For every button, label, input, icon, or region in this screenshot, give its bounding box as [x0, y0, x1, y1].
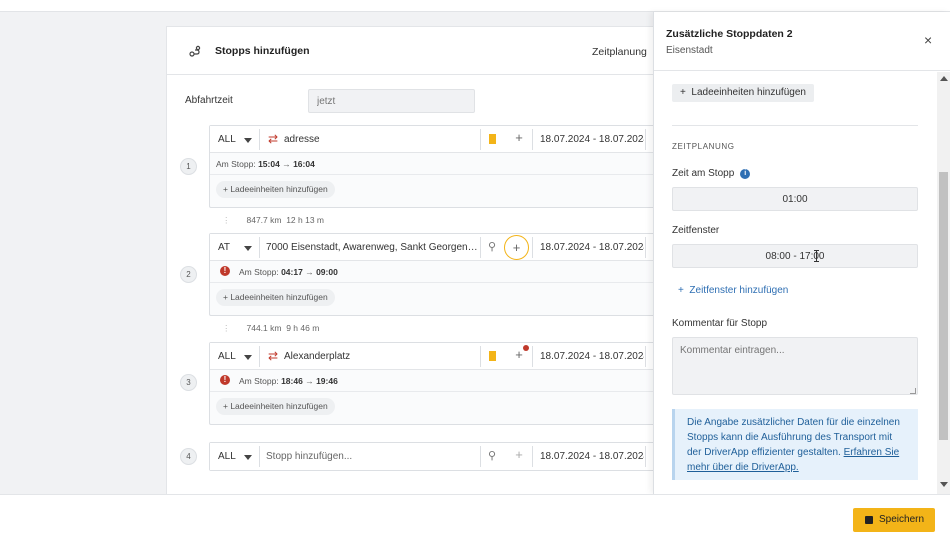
info-notice: Die Angabe zusätzlicher Daten für die ei…	[672, 409, 918, 480]
country-select[interactable]: ALL	[218, 351, 236, 362]
location-pin-icon[interactable]: ⚲	[488, 240, 496, 253]
add-icon[interactable]: +	[504, 235, 529, 260]
bookmark-icon[interactable]	[489, 134, 496, 144]
add-zeitfenster-link[interactable]: + Zeitfenster hinzufügen	[678, 285, 788, 296]
am-stopp-row: ! Am Stopp: 04:17 → 09:00	[210, 261, 658, 282]
add-ladeeinheiten-button[interactable]: + Ladeeinheiten hinzufügen	[216, 181, 335, 198]
stop-4: ALL Stopp hinzufügen... ⚲ + 18.07.2024 -…	[209, 442, 659, 471]
arrow-right-icon: →	[305, 376, 314, 386]
am-stopp-row: Am Stopp: 15:04 → 16:04	[210, 153, 658, 174]
panel-title: Zusätzliche Stoppdaten 2	[666, 28, 793, 40]
chevron-down-icon[interactable]	[244, 455, 252, 460]
scrollbar-thumb[interactable]	[939, 172, 948, 440]
add-icon[interactable]: +	[512, 130, 526, 145]
address-input[interactable]: 7000 Eisenstadt, Awarenweg, Sankt George…	[266, 242, 478, 253]
am-stopp-label: Am Stopp:	[239, 267, 279, 277]
swap-icon[interactable]: ⇄	[268, 349, 278, 363]
stop-row: AT 7000 Eisenstadt, Awarenweg, Sankt Geo…	[210, 234, 658, 261]
zeitfenster-input[interactable]	[672, 244, 918, 268]
notification-dot	[523, 345, 529, 351]
arrow-right-icon: →	[282, 159, 291, 169]
scroll-down-icon[interactable]	[940, 482, 948, 487]
date-range[interactable]: 18.07.2024 - 18.07.2024	[540, 134, 644, 145]
address-input[interactable]: adresse	[284, 134, 320, 145]
date-range[interactable]: 18.07.2024 - 18.07.2024	[540, 351, 644, 362]
save-icon	[865, 516, 873, 524]
am-stopp-to: 16:04	[293, 159, 315, 169]
route-icon	[189, 45, 201, 57]
distance-info: ⋮ 744.1 km 9 h 46 m	[222, 323, 320, 333]
am-stopp-from: 15:04	[258, 159, 280, 169]
add-ladeeinheiten-button[interactable]: + Ladeeinheiten hinzufügen	[672, 84, 814, 102]
stops-card: Stopps hinzufügen Zeitplanung Abfahrtzei…	[166, 26, 666, 496]
warning-icon: !	[220, 375, 230, 385]
zeitplanung-header: Zeitplanung	[592, 46, 647, 58]
country-select[interactable]: ALL	[218, 134, 236, 145]
stop-row: ALL ⇄ adresse + 18.07.2024 - 18.07.2024	[210, 126, 658, 153]
stop-number: 2	[180, 266, 197, 283]
country-select[interactable]: ALL	[218, 451, 236, 462]
country-select[interactable]: AT	[218, 242, 230, 253]
add-icon[interactable]: +	[512, 447, 526, 462]
chevron-down-icon[interactable]	[244, 246, 252, 251]
swap-icon[interactable]: ⇄	[268, 132, 278, 146]
date-range[interactable]: 18.07.2024 - 18.07.2024	[540, 451, 644, 462]
panel-body: + Ladeeinheiten hinzufügen ZEITPLANUNG Z…	[654, 72, 938, 494]
arrow-right-icon: →	[305, 267, 314, 277]
resize-handle-icon[interactable]	[910, 388, 916, 394]
chevron-down-icon[interactable]	[244, 138, 252, 143]
am-stopp-to: 09:00	[316, 267, 338, 277]
chevron-down-icon[interactable]	[244, 355, 252, 360]
abfahrtszeit-input[interactable]	[308, 89, 475, 113]
kommentar-label: Kommentar für Stopp	[672, 318, 768, 329]
am-stopp-from: 04:17	[281, 267, 303, 277]
stop-number: 3	[180, 374, 197, 391]
add-ladeeinheiten-button[interactable]: + Ladeeinheiten hinzufügen	[216, 398, 335, 415]
am-stopp-from: 18:46	[281, 376, 303, 386]
date-range[interactable]: 18.07.2024 - 18.07.2024	[540, 242, 644, 253]
text-cursor-icon	[814, 250, 819, 262]
distance-info: ⋮ 847.7 km 12 h 13 m	[222, 215, 325, 225]
section-heading: ZEITPLANUNG	[672, 142, 735, 151]
am-stopp-label: Am Stopp:	[239, 376, 279, 386]
warning-icon: !	[220, 266, 230, 276]
bookmark-icon[interactable]	[489, 351, 496, 361]
location-pin-icon[interactable]: ⚲	[488, 449, 496, 462]
save-button[interactable]: Speichern	[853, 508, 935, 532]
am-stopp-to: 19:46	[316, 376, 338, 386]
am-stopp-label: Am Stopp:	[216, 159, 256, 169]
stop-2: AT 7000 Eisenstadt, Awarenweg, Sankt Geo…	[209, 233, 659, 316]
abfahrtszeit-label: Abfahrtzeit	[185, 95, 233, 106]
info-icon[interactable]: i	[740, 169, 751, 179]
top-bar	[0, 0, 950, 12]
side-panel: Zusätzliche Stoppdaten 2 Eisenstadt × + …	[653, 12, 950, 494]
close-icon[interactable]: ×	[924, 32, 932, 48]
zeit-am-stopp-label: Zeit am Stopp i	[672, 168, 751, 179]
scroll-up-icon[interactable]	[940, 76, 948, 81]
panel-scrollbar[interactable]	[937, 72, 950, 494]
stop-number: 4	[180, 448, 197, 465]
footer-bar: Speichern	[0, 494, 950, 538]
stop-3: ALL ⇄ Alexanderplatz + 18.07.2024 - 18.0…	[209, 342, 659, 425]
panel-subtitle: Eisenstadt	[666, 45, 713, 56]
kommentar-textarea[interactable]	[672, 337, 918, 395]
panel-header: Zusätzliche Stoppdaten 2 Eisenstadt ×	[654, 12, 950, 71]
stop-row: ALL Stopp hinzufügen... ⚲ + 18.07.2024 -…	[210, 443, 658, 470]
add-ladeeinheiten-button[interactable]: + Ladeeinheiten hinzufügen	[216, 289, 335, 306]
stop-number: 1	[180, 158, 197, 175]
stop-1: ALL ⇄ adresse + 18.07.2024 - 18.07.2024 …	[209, 125, 659, 208]
zeit-am-stopp-input[interactable]	[672, 187, 918, 211]
address-input[interactable]: Alexanderplatz	[284, 351, 350, 362]
stops-title: Stopps hinzufügen	[215, 45, 310, 57]
zeitfenster-label: Zeitfenster	[672, 225, 720, 236]
am-stopp-row: ! Am Stopp: 18:46 → 19:46	[210, 370, 658, 391]
divider	[672, 125, 918, 126]
stop-row: ALL ⇄ Alexanderplatz + 18.07.2024 - 18.0…	[210, 343, 658, 370]
address-input[interactable]: Stopp hinzufügen...	[266, 451, 352, 462]
stops-card-header: Stopps hinzufügen Zeitplanung	[167, 27, 665, 75]
